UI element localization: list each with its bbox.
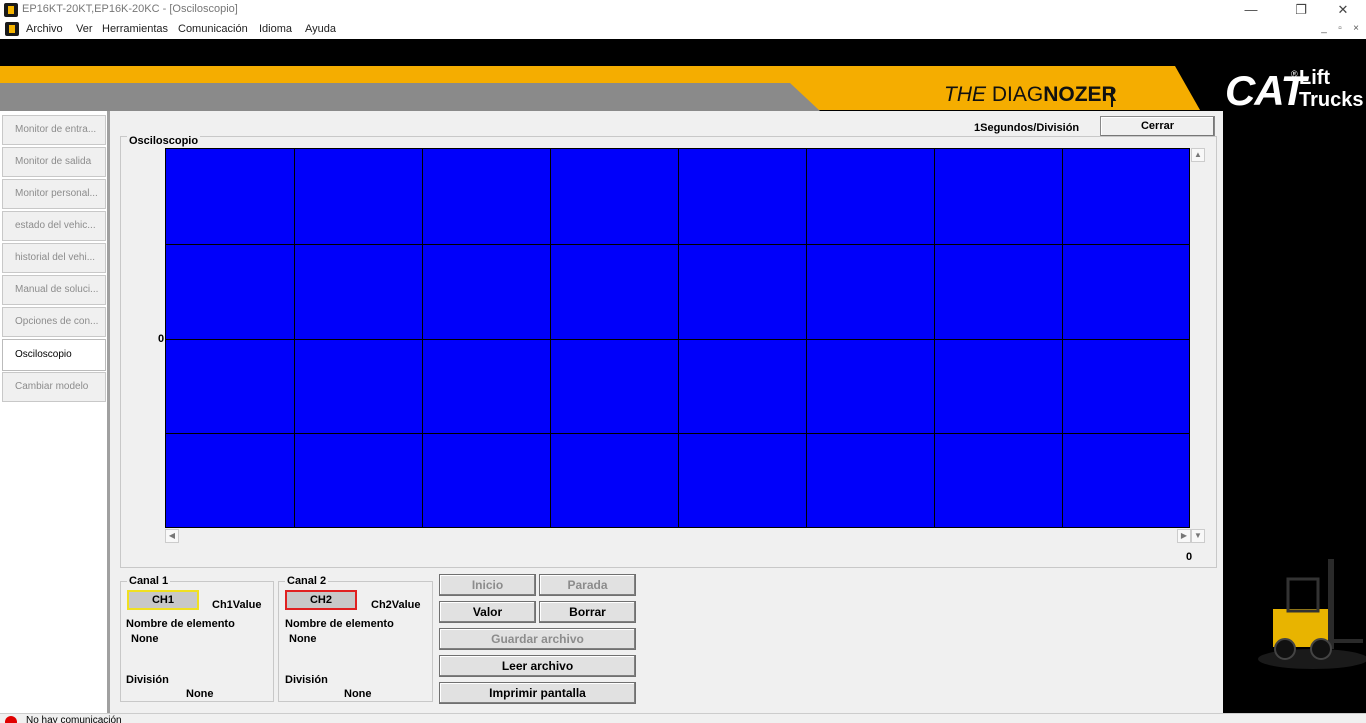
sidebar-item-osciloscopio[interactable]: Osciloscopio xyxy=(2,339,106,371)
ch1-button[interactable]: CH1 xyxy=(127,590,199,610)
ch2-value: Ch2Value xyxy=(371,599,421,611)
status-bar: No hay comunicación xyxy=(0,713,1366,723)
y-zero-label: 0 xyxy=(158,333,165,345)
window-title: EP16KT-20KT,EP16K-20KC - [Osciloscopio] xyxy=(22,3,238,15)
vertical-scrollbar[interactable]: ▲ xyxy=(1190,148,1207,528)
maximize-button[interactable]: ❐ xyxy=(1278,0,1324,20)
sidebar-item-monitor-personal[interactable]: Monitor personal... xyxy=(2,179,106,209)
channel2-title: Canal 2 xyxy=(285,575,329,587)
sidebar-item-opciones[interactable]: Opciones de con... xyxy=(2,307,106,337)
horizontal-scrollbar[interactable]: ◀ ▶ ▼ xyxy=(165,528,1207,544)
save-file-button[interactable]: Guardar archivo xyxy=(439,628,636,650)
connection-status-icon xyxy=(5,716,17,723)
start-button[interactable]: Inicio xyxy=(439,574,536,596)
sidebar-item-estado-vehiculo[interactable]: estado del vehic... xyxy=(2,211,106,241)
x-end-label: 0 xyxy=(1186,551,1193,563)
menu-ayuda[interactable]: Ayuda xyxy=(305,23,336,35)
menu-herramientas[interactable]: Herramientas xyxy=(102,23,168,35)
time-division-label: 1Segundos/División xyxy=(974,122,1080,134)
scroll-left-icon[interactable]: ◀ xyxy=(165,529,179,543)
channel1-title: Canal 1 xyxy=(127,575,171,587)
menu-archivo[interactable]: Archivo xyxy=(26,23,63,35)
status-text: No hay comunicación xyxy=(26,715,122,723)
scroll-right-icon[interactable]: ▶ xyxy=(1177,529,1191,543)
lift-trucks-logo: Lift Trucks xyxy=(1299,67,1364,111)
scroll-up-icon[interactable]: ▲ xyxy=(1191,148,1205,162)
value-button[interactable]: Valor xyxy=(439,601,536,623)
ch1-division-value: None xyxy=(186,688,214,700)
diagnozer-logo: THE DIAGNOZER xyxy=(944,83,1117,106)
close-button[interactable]: Cerrar xyxy=(1100,116,1215,137)
ch2-division-value: None xyxy=(344,688,372,700)
brand-panel: CAT ® Lift Trucks xyxy=(1223,39,1366,713)
oscilloscope-display[interactable] xyxy=(165,148,1190,528)
ch2-division-label: División xyxy=(285,674,328,686)
header-grey-band xyxy=(0,83,820,111)
sidebar-item-cambiar-modelo[interactable]: Cambiar modelo xyxy=(2,372,106,402)
ch1-value: Ch1Value xyxy=(212,599,262,611)
mdi-restore-button[interactable]: ▫ xyxy=(1332,22,1348,36)
print-screen-button[interactable]: Imprimir pantalla xyxy=(439,682,636,704)
ch1-element-value: None xyxy=(131,633,159,645)
menu-comunicacion[interactable]: Comunicación xyxy=(178,23,248,35)
ch2-button[interactable]: CH2 xyxy=(285,590,357,610)
mdi-close-button[interactable]: × xyxy=(1348,22,1364,36)
stop-button[interactable]: Parada xyxy=(539,574,636,596)
document-icon[interactable] xyxy=(5,22,19,36)
menu-ver[interactable]: Ver xyxy=(76,23,93,35)
ch2-element-value: None xyxy=(289,633,317,645)
read-file-button[interactable]: Leer archivo xyxy=(439,655,636,677)
menu-bar: Archivo Ver Herramientas Comunicación Id… xyxy=(0,20,1366,39)
scroll-down-icon[interactable]: ▼ xyxy=(1191,529,1205,543)
main-panel: 1Segundos/División Cerrar Osciloscopio 0… xyxy=(110,111,1223,713)
clear-button[interactable]: Borrar xyxy=(539,601,636,623)
oscilloscope-title: Osciloscopio xyxy=(127,135,201,147)
sidebar-item-monitor-salida[interactable]: Monitor de salida xyxy=(2,147,106,177)
sidebar-item-historial-vehiculo[interactable]: historial del vehi... xyxy=(2,243,106,273)
title-bar: EP16KT-20KT,EP16K-20KC - [Osciloscopio] … xyxy=(0,0,1366,20)
close-window-button[interactable]: ✕ xyxy=(1320,0,1366,20)
mdi-minimize-button[interactable]: _ xyxy=(1316,22,1332,36)
ch1-division-label: División xyxy=(126,674,169,686)
ch1-element-label: Nombre de elemento xyxy=(126,618,235,630)
sidebar-item-manual-solucion[interactable]: Manual de soluci... xyxy=(2,275,106,305)
minimize-button[interactable]: — xyxy=(1228,0,1274,20)
cat-registered-mark: ® xyxy=(1291,69,1298,79)
sidebar-item-monitor-entrada[interactable]: Monitor de entra... xyxy=(2,115,106,145)
ch2-element-label: Nombre de elemento xyxy=(285,618,394,630)
grid-line xyxy=(166,244,1189,245)
sidebar: Monitor de entra... Monitor de salida Mo… xyxy=(0,111,110,713)
app-icon xyxy=(4,3,18,17)
logo-cursor xyxy=(1111,87,1113,107)
grid-line xyxy=(166,339,1189,340)
header-banner: THE DIAGNOZER xyxy=(0,39,1366,111)
menu-idioma[interactable]: Idioma xyxy=(259,23,292,35)
forklift-image xyxy=(1243,539,1366,679)
grid-line xyxy=(166,433,1189,434)
